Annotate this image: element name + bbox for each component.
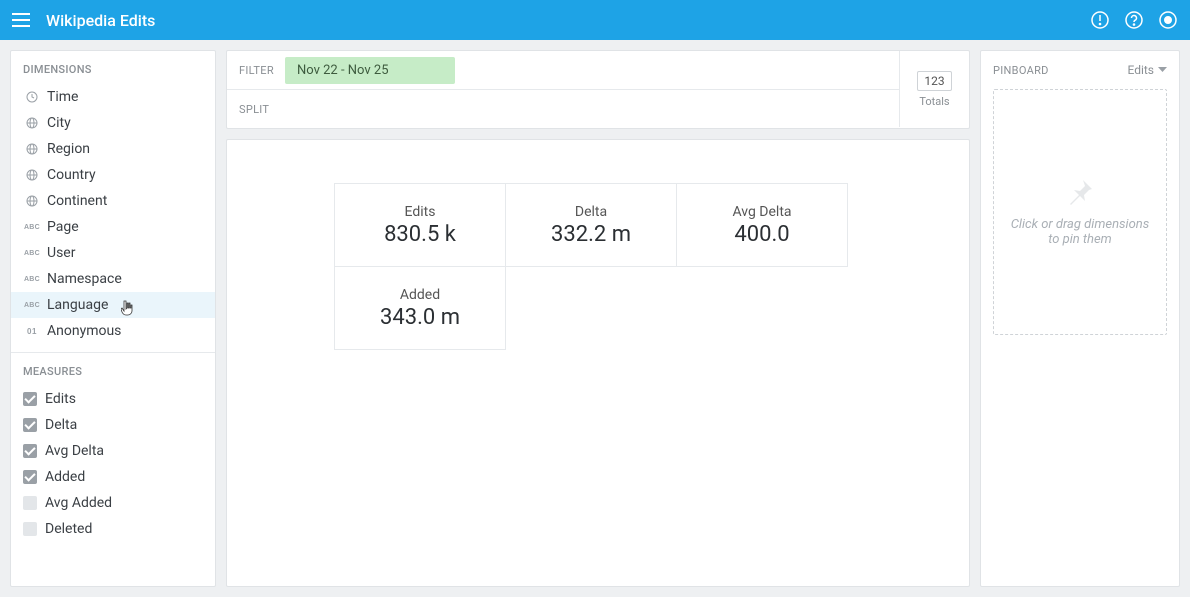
dimension-label: Time bbox=[47, 89, 78, 105]
globe-icon bbox=[23, 142, 41, 156]
measure-deleted[interactable]: Deleted bbox=[11, 516, 215, 542]
stat-card-avg-delta[interactable]: Avg Delta 400.0 bbox=[676, 183, 848, 267]
app-header: Wikipedia Edits bbox=[0, 0, 1190, 40]
abc-icon: ABC bbox=[23, 220, 41, 234]
sidebar: DIMENSIONS Time City Region Country Cont… bbox=[10, 50, 216, 587]
globe-icon bbox=[23, 116, 41, 130]
dimension-anonymous[interactable]: 01 Anonymous bbox=[11, 318, 215, 344]
pinboard-measure-label: Edits bbox=[1127, 63, 1154, 77]
checkbox-checked-icon[interactable] bbox=[23, 470, 37, 484]
dimension-time[interactable]: Time bbox=[11, 84, 215, 110]
measure-avg-delta[interactable]: Avg Delta bbox=[11, 438, 215, 464]
stat-label: Edits bbox=[405, 204, 436, 220]
measure-label: Delta bbox=[45, 417, 77, 433]
dimension-region[interactable]: Region bbox=[11, 136, 215, 162]
measure-avg-added[interactable]: Avg Added bbox=[11, 490, 215, 516]
measure-added[interactable]: Added bbox=[11, 464, 215, 490]
checkbox-checked-icon[interactable] bbox=[23, 392, 37, 406]
pinboard-measure-select[interactable]: Edits bbox=[1127, 63, 1167, 77]
dimension-label: Country bbox=[47, 167, 96, 183]
stat-card-edits[interactable]: Edits 830.5 k bbox=[334, 183, 506, 267]
dimension-continent[interactable]: Continent bbox=[11, 188, 215, 214]
abc-icon: ABC bbox=[23, 272, 41, 286]
split-label: SPLIT bbox=[227, 103, 285, 116]
dimension-namespace[interactable]: ABC Namespace bbox=[11, 266, 215, 292]
dimension-city[interactable]: City bbox=[11, 110, 215, 136]
alert-icon[interactable] bbox=[1090, 10, 1110, 30]
dimension-user[interactable]: ABC User bbox=[11, 240, 215, 266]
filter-label: FILTER bbox=[227, 64, 285, 77]
stat-label: Avg Delta bbox=[732, 204, 791, 220]
dimension-label: City bbox=[47, 115, 71, 131]
globe-icon bbox=[23, 168, 41, 182]
dimension-label: User bbox=[47, 245, 75, 261]
totals-text: Totals bbox=[919, 95, 949, 108]
dimension-label: Language bbox=[47, 297, 108, 313]
filter-bar: FILTER Nov 22 - Nov 25 SPLIT 123 Totals bbox=[226, 50, 970, 129]
totals-toggle[interactable]: 123 Totals bbox=[899, 51, 969, 127]
stat-card-delta[interactable]: Delta 332.2 m bbox=[505, 183, 677, 267]
totals-number: 123 bbox=[917, 71, 951, 91]
stat-label: Delta bbox=[575, 204, 607, 220]
boolean-icon: 01 bbox=[23, 324, 41, 338]
dimension-language[interactable]: ABC Language bbox=[11, 292, 215, 318]
dimensions-header: DIMENSIONS bbox=[11, 51, 215, 84]
stat-grid: Edits 830.5 k Delta 332.2 m Avg Delta 40… bbox=[335, 184, 851, 350]
pin-icon bbox=[1065, 177, 1095, 207]
measure-label: Added bbox=[45, 469, 85, 485]
globe-icon bbox=[23, 194, 41, 208]
pinboard-placeholder: Click or drag dimensions to pin them bbox=[1006, 217, 1154, 247]
dimension-label: Anonymous bbox=[47, 323, 121, 339]
measure-delta[interactable]: Delta bbox=[11, 412, 215, 438]
chevron-down-icon bbox=[1158, 67, 1167, 73]
visualization-panel: Edits 830.5 k Delta 332.2 m Avg Delta 40… bbox=[226, 139, 970, 587]
stat-label: Added bbox=[400, 287, 440, 303]
stat-value: 830.5 k bbox=[384, 222, 456, 247]
measure-label: Edits bbox=[45, 391, 76, 407]
dimension-label: Region bbox=[47, 141, 90, 157]
measures-header: MEASURES bbox=[11, 353, 215, 386]
checkbox-unchecked-icon[interactable] bbox=[23, 522, 37, 536]
pinboard-dropzone[interactable]: Click or drag dimensions to pin them bbox=[993, 89, 1167, 335]
stat-value: 400.0 bbox=[734, 222, 789, 247]
target-icon[interactable] bbox=[1158, 10, 1178, 30]
app-title: Wikipedia Edits bbox=[46, 11, 1090, 30]
dimension-label: Page bbox=[47, 219, 79, 235]
dimension-label: Continent bbox=[47, 193, 107, 209]
menu-icon[interactable] bbox=[12, 13, 30, 27]
measure-label: Avg Added bbox=[45, 495, 112, 511]
pinboard-panel: PINBOARD Edits Click or drag dimensions … bbox=[980, 50, 1180, 587]
checkbox-checked-icon[interactable] bbox=[23, 444, 37, 458]
help-icon[interactable] bbox=[1124, 10, 1144, 30]
clock-icon bbox=[23, 90, 41, 104]
measure-edits[interactable]: Edits bbox=[11, 386, 215, 412]
dimension-page[interactable]: ABC Page bbox=[11, 214, 215, 240]
measure-label: Deleted bbox=[45, 521, 92, 537]
checkbox-checked-icon[interactable] bbox=[23, 418, 37, 432]
abc-icon: ABC bbox=[23, 246, 41, 260]
dimension-label: Namespace bbox=[47, 271, 122, 287]
main-area: FILTER Nov 22 - Nov 25 SPLIT 123 Totals … bbox=[226, 50, 970, 587]
stat-value: 343.0 m bbox=[380, 305, 460, 330]
stat-card-added[interactable]: Added 343.0 m bbox=[334, 266, 506, 350]
filter-chip-date[interactable]: Nov 22 - Nov 25 bbox=[285, 57, 455, 84]
pinboard-title: PINBOARD bbox=[993, 64, 1049, 77]
measure-label: Avg Delta bbox=[45, 443, 104, 459]
abc-icon: ABC bbox=[23, 298, 41, 312]
dimension-country[interactable]: Country bbox=[11, 162, 215, 188]
checkbox-unchecked-icon[interactable] bbox=[23, 496, 37, 510]
stat-value: 332.2 m bbox=[551, 222, 631, 247]
